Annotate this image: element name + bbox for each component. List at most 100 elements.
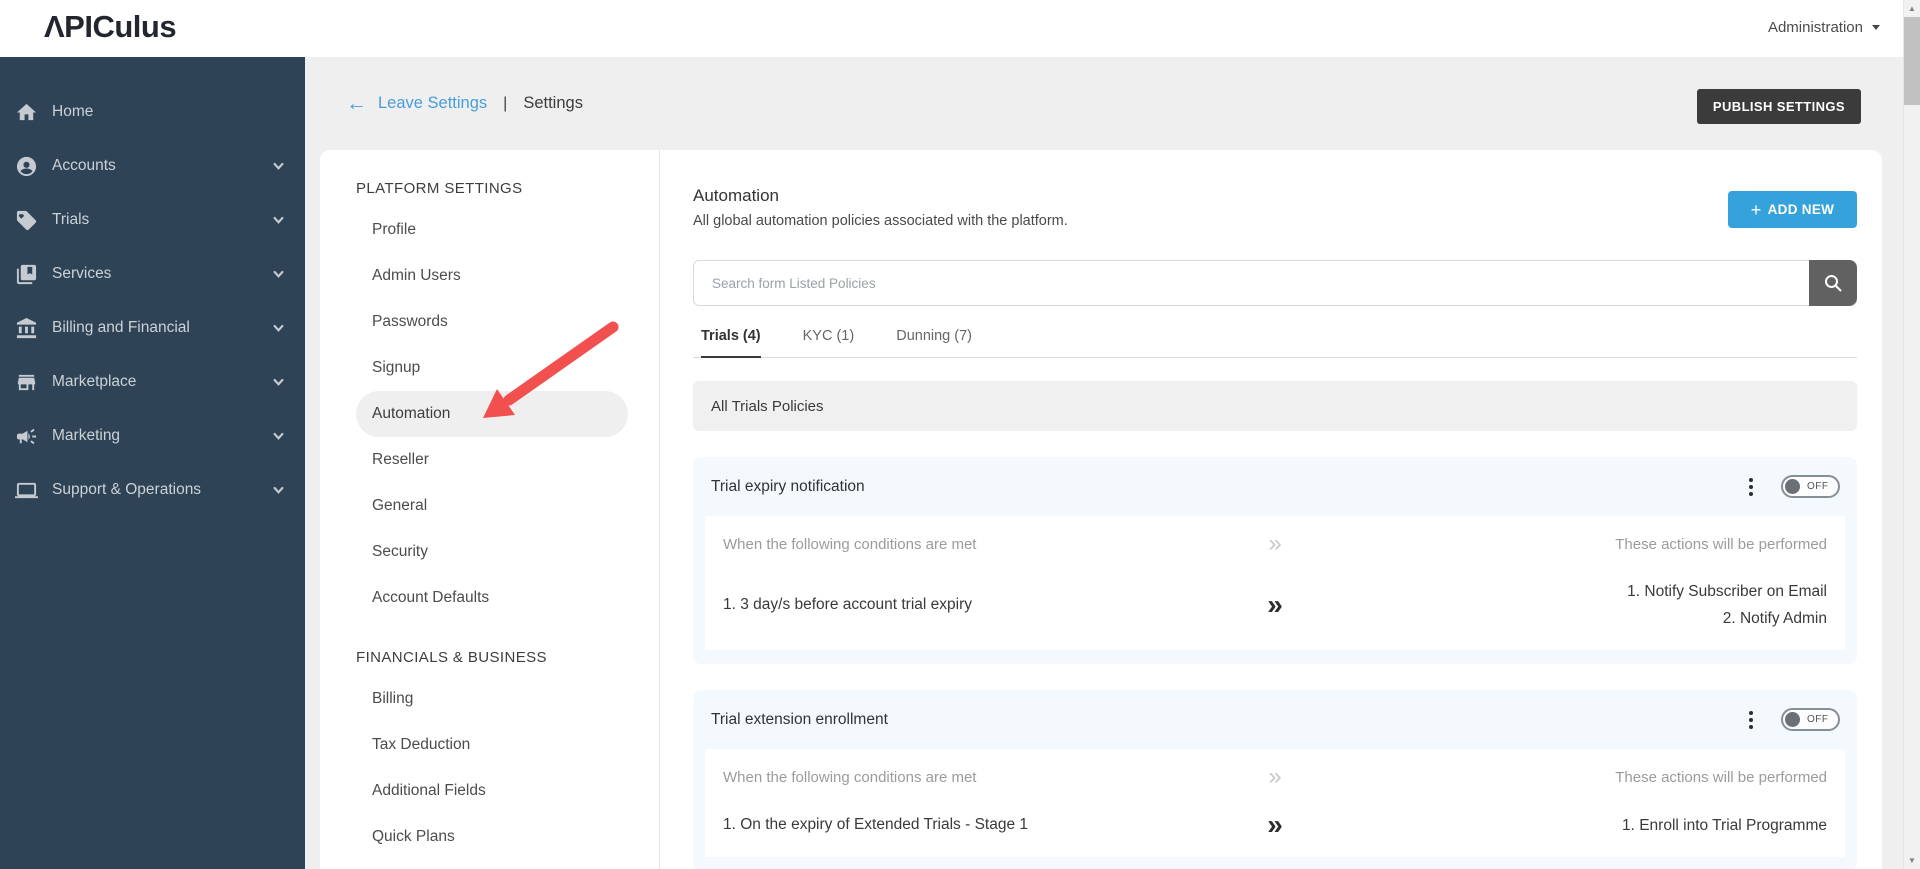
settings-nav-item-automation[interactable]: Automation bbox=[356, 391, 628, 437]
sidebar-item-label: Support & Operations bbox=[52, 481, 202, 498]
settings-nav-item-account-defaults[interactable]: Account Defaults bbox=[356, 575, 628, 621]
conditions-header: When the following conditions are met bbox=[723, 535, 977, 553]
automation-header: Automation All global automation policie… bbox=[693, 186, 1857, 229]
actions-header: These actions will be performed bbox=[1615, 535, 1827, 553]
scrollbar-up-arrow[interactable] bbox=[1904, 0, 1920, 17]
settings-nav-item-additional-fields[interactable]: Additional Fields bbox=[356, 768, 628, 814]
toggle-knob bbox=[1785, 479, 1800, 494]
chevron-down-icon bbox=[272, 486, 285, 495]
kebab-menu-icon[interactable] bbox=[1734, 703, 1768, 737]
double-chevron-icon bbox=[1268, 765, 1281, 789]
sidebar-item-marketplace[interactable]: Marketplace bbox=[0, 355, 305, 409]
scrollbar-down-arrow[interactable] bbox=[1904, 852, 1920, 869]
scrollbar-thumb[interactable] bbox=[1904, 17, 1920, 105]
sidebar-item-label: Accounts bbox=[52, 157, 116, 174]
policy-condition: 1. 3 day/s before account trial expiry bbox=[723, 596, 972, 613]
toggle-state-label: OFF bbox=[1807, 481, 1829, 492]
policy-search bbox=[693, 260, 1857, 306]
sidebar-item-services[interactable]: Services bbox=[0, 247, 305, 301]
policy-toggle[interactable]: OFF bbox=[1781, 708, 1840, 731]
back-arrow-icon[interactable] bbox=[346, 93, 367, 114]
marketing-megaphone-icon bbox=[15, 425, 38, 448]
settings-nav: PLATFORM SETTINGS Profile Admin Users Pa… bbox=[320, 150, 660, 869]
policy-tabs: Trials (4) KYC (1) Dunning (7) bbox=[693, 328, 1857, 358]
policy-action: 1. Notify Subscriber on Email bbox=[1627, 583, 1827, 600]
tab-kyc[interactable]: KYC (1) bbox=[803, 328, 855, 357]
all-trials-policies-header: All Trials Policies bbox=[693, 381, 1857, 431]
sidebar-item-accounts[interactable]: Accounts bbox=[0, 139, 305, 193]
breadcrumb-separator: | bbox=[503, 94, 508, 112]
section-title: Automation bbox=[693, 186, 779, 205]
chevron-down-icon bbox=[272, 432, 285, 441]
double-chevron-icon bbox=[1267, 591, 1283, 619]
settings-nav-item-general[interactable]: General bbox=[356, 483, 628, 529]
toggle-knob bbox=[1785, 712, 1800, 727]
vertical-scrollbar[interactable] bbox=[1903, 0, 1920, 869]
apiculus-logo[interactable]: ΛPICulus bbox=[44, 9, 177, 45]
conditions-header: When the following conditions are met bbox=[723, 768, 977, 786]
tab-trials[interactable]: Trials (4) bbox=[701, 328, 761, 358]
leave-settings-link[interactable]: Leave Settings bbox=[378, 94, 487, 113]
automation-content: Automation All global automation policie… bbox=[660, 150, 1882, 869]
settings-nav-item-admin-users[interactable]: Admin Users bbox=[356, 253, 628, 299]
administration-menu[interactable]: Administration bbox=[1768, 19, 1880, 36]
section-subtitle: All global automation policies associate… bbox=[693, 213, 1068, 229]
policy-toggle[interactable]: OFF bbox=[1781, 475, 1840, 498]
chevron-down-icon bbox=[272, 216, 285, 225]
kebab-menu-icon[interactable] bbox=[1734, 470, 1768, 504]
accounts-icon bbox=[15, 155, 38, 178]
breadcrumb: Leave Settings | Settings bbox=[346, 57, 583, 150]
top-app-bar: ΛPICulus Administration bbox=[0, 0, 1920, 57]
settings-nav-section-heading: PLATFORM SETTINGS bbox=[356, 180, 523, 197]
settings-nav-section-heading: FINANCIALS & BUSINESS bbox=[356, 649, 547, 666]
settings-nav-item-quick-plans[interactable]: Quick Plans bbox=[356, 814, 628, 860]
sidebar-item-label: Marketplace bbox=[52, 373, 137, 390]
policy-labels-row: When the following conditions are met Th… bbox=[723, 532, 1827, 556]
settings-nav-item-reseller[interactable]: Reseller bbox=[356, 437, 628, 483]
administration-menu-label: Administration bbox=[1767, 19, 1863, 36]
sidebar-item-home[interactable]: Home bbox=[0, 85, 305, 139]
chevron-down-icon bbox=[272, 378, 285, 387]
settings-nav-item-security[interactable]: Security bbox=[356, 529, 628, 575]
settings-panel: PLATFORM SETTINGS Profile Admin Users Pa… bbox=[320, 150, 1882, 869]
settings-nav-item-profile[interactable]: Profile bbox=[356, 207, 628, 253]
settings-nav-item-tax-deduction[interactable]: Tax Deduction bbox=[356, 722, 628, 768]
policy-card-header: Trial extension enrollment OFF bbox=[705, 690, 1845, 749]
policy-data-row: 1. On the expiry of Extended Trials - St… bbox=[723, 811, 1827, 839]
add-new-button[interactable]: ADD NEW bbox=[1728, 191, 1857, 228]
double-chevron-icon bbox=[1268, 532, 1281, 556]
search-input[interactable] bbox=[693, 260, 1857, 306]
actions-header: These actions will be performed bbox=[1615, 768, 1827, 786]
support-laptop-icon bbox=[15, 479, 38, 502]
sidebar-item-label: Services bbox=[52, 265, 112, 282]
publish-settings-button[interactable]: PUBLISH SETTINGS bbox=[1696, 89, 1861, 124]
page-title: Settings bbox=[523, 94, 583, 112]
policy-name: Trial extension enrollment bbox=[711, 710, 888, 728]
sidebar-item-trials[interactable]: Trials bbox=[0, 193, 305, 247]
policy-condition: 1. On the expiry of Extended Trials - St… bbox=[723, 816, 1028, 833]
home-icon bbox=[15, 101, 38, 124]
sidebar-item-label: Billing and Financial bbox=[52, 319, 190, 336]
policy-data-row: 1. 3 day/s before account trial expiry 1… bbox=[723, 578, 1827, 632]
search-icon bbox=[1825, 275, 1842, 292]
services-icon bbox=[15, 263, 38, 286]
chevron-down-icon bbox=[272, 324, 285, 333]
search-button[interactable] bbox=[1809, 260, 1857, 306]
main-sidebar: Home Accounts Trials Services Billing an… bbox=[0, 57, 305, 869]
settings-nav-item-billing[interactable]: Billing bbox=[356, 676, 628, 722]
settings-nav-item-signup[interactable]: Signup bbox=[356, 345, 628, 391]
toggle-state-label: OFF bbox=[1807, 714, 1829, 725]
sidebar-item-support-operations[interactable]: Support & Operations bbox=[0, 463, 305, 517]
sidebar-item-marketing[interactable]: Marketing bbox=[0, 409, 305, 463]
marketplace-store-icon bbox=[15, 371, 38, 394]
sidebar-item-billing-and-financial[interactable]: Billing and Financial bbox=[0, 301, 305, 355]
policy-card-body: When the following conditions are met Th… bbox=[705, 516, 1845, 650]
billing-bank-icon bbox=[15, 317, 38, 340]
sidebar-item-label: Trials bbox=[52, 211, 90, 228]
policy-action: 2. Notify Admin bbox=[1722, 610, 1827, 627]
policy-card-body: When the following conditions are met Th… bbox=[705, 749, 1845, 857]
chevron-down-icon bbox=[272, 162, 285, 171]
tab-dunning[interactable]: Dunning (7) bbox=[896, 328, 972, 357]
policy-card: Trial extension enrollment OFF When the … bbox=[693, 690, 1857, 869]
settings-nav-item-passwords[interactable]: Passwords bbox=[356, 299, 628, 345]
